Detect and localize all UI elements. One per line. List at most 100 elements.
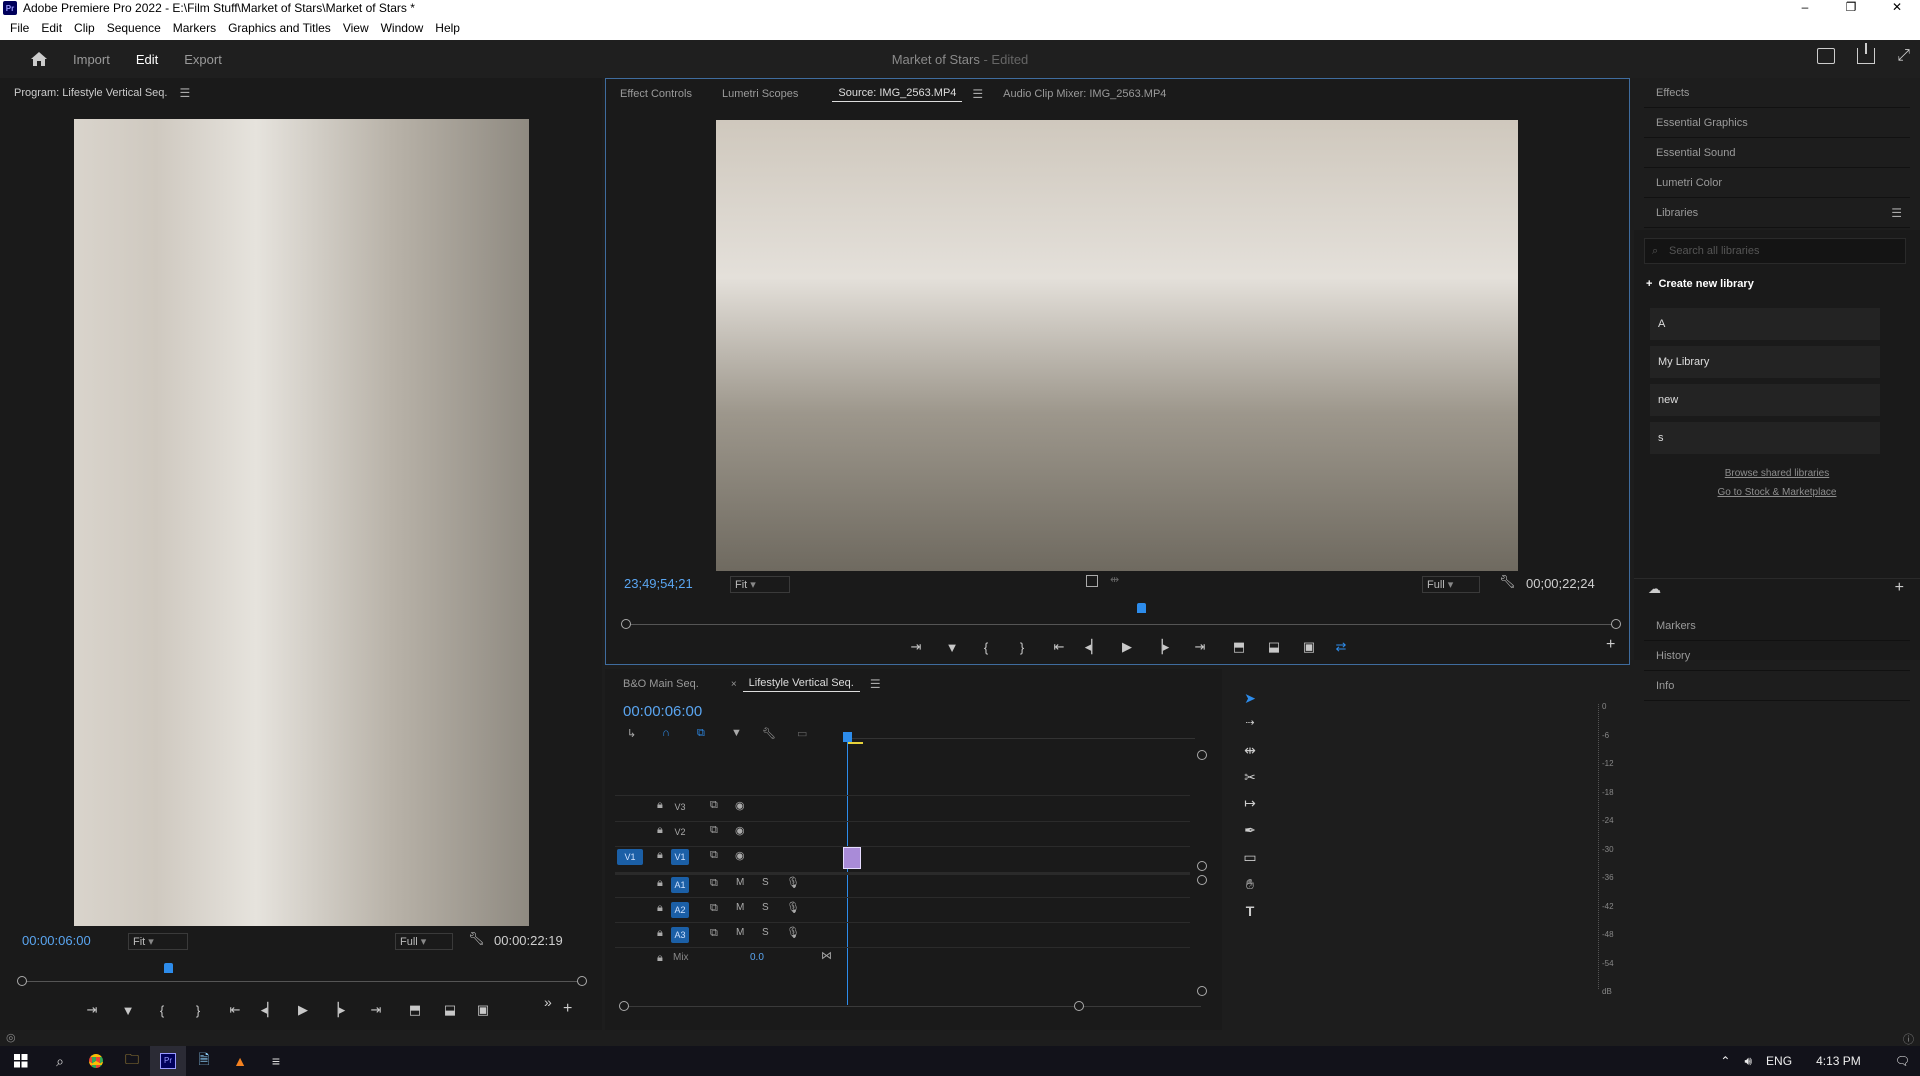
source-timecode[interactable]: 23;49;54;21 [624, 576, 693, 591]
camera-icon[interactable]: ▣ [468, 1002, 498, 1018]
timeline-scroll-left-handle[interactable] [619, 1001, 629, 1011]
search-icon[interactable]: ⌕ [42, 1046, 78, 1076]
play-icon[interactable]: ▶ [286, 1002, 320, 1018]
insert-icon[interactable]: ⬒ [1222, 639, 1256, 655]
sync-lock-icon[interactable]: ⧉ [710, 824, 718, 837]
browse-shared-libraries-link[interactable]: Browse shared libraries [1634, 468, 1920, 479]
track-lock-icon[interactable]: 🔒︎ [657, 799, 663, 812]
overwrite-icon[interactable]: ⬓ [1256, 639, 1292, 655]
panel-info[interactable]: Info [1644, 671, 1910, 701]
program-playhead[interactable] [163, 963, 173, 973]
sync-lock-icon[interactable]: ⧉ [710, 849, 718, 862]
source-go-to-in-icon[interactable]: ⇤ [1042, 639, 1076, 655]
source-zoom-handle-left[interactable] [621, 619, 631, 629]
timeline-settings-wrench-icon[interactable]: 🔧︎ [762, 727, 776, 740]
library-item[interactable]: A [1650, 308, 1880, 340]
linked-selection-icon[interactable]: ⧉ [697, 727, 705, 740]
source-button-editor-icon[interactable]: + [1606, 636, 1615, 654]
tab-import[interactable]: Import [60, 52, 123, 67]
track-target-v1[interactable]: V1 [671, 849, 689, 865]
sync-lock-icon[interactable]: ⧉ [710, 799, 718, 812]
menu-window[interactable]: Window [375, 21, 430, 35]
notepad-icon[interactable]: 🗎︎ [186, 1046, 222, 1076]
work-area-bar[interactable] [847, 742, 863, 744]
timeline-scroll-right-handle[interactable] [1074, 1001, 1084, 1011]
insert-sequence-as-nest-icon[interactable]: ↳ [627, 727, 636, 740]
track-lock-icon[interactable]: 🔒︎ [657, 927, 663, 940]
panel-lumetri-color[interactable]: Lumetri Color [1644, 168, 1910, 198]
voice-over-record-mic-icon[interactable]: 🎙︎ [786, 876, 800, 889]
source-playhead[interactable] [1136, 603, 1146, 613]
file-explorer-icon[interactable]: 🗀︎ [114, 1046, 150, 1076]
track-lock-icon[interactable]: 🔒︎ [657, 902, 663, 915]
track-target-a2[interactable]: A2 [671, 902, 689, 918]
track-target-v3[interactable]: V3 [671, 799, 689, 815]
toggle-proxies-icon[interactable]: ⇄ [1326, 639, 1356, 655]
program-timecode[interactable]: 00:00:06:00 [22, 933, 91, 948]
track-target-a1[interactable]: A1 [671, 877, 689, 893]
menu-sequence[interactable]: Sequence [101, 21, 167, 35]
menu-help[interactable]: Help [429, 21, 466, 35]
windows-start-icon[interactable] [0, 1046, 42, 1076]
background-tasks-icon[interactable]: ◎ [6, 1031, 16, 1044]
video-clip[interactable] [843, 847, 861, 869]
tab-export[interactable]: Export [171, 52, 235, 67]
info-icon[interactable]: ⓘ [1903, 1031, 1914, 1047]
source-camera-icon[interactable]: ▣ [1292, 639, 1326, 655]
menu-view[interactable]: View [337, 21, 375, 35]
stock-marketplace-link[interactable]: Go to Stock & Marketplace [1634, 487, 1920, 498]
source-zoom-dropdown[interactable]: Fit [730, 575, 790, 593]
source-zoom-handle-right[interactable] [1611, 619, 1621, 629]
type-tool-icon[interactable]: T [1240, 903, 1260, 919]
program-zoom-dropdown[interactable]: Fit [128, 932, 188, 950]
track-select-tool-icon[interactable]: ⇢ [1240, 716, 1260, 729]
video-scroll-bottom-handle[interactable] [1197, 861, 1207, 871]
snap-icon[interactable]: ∩ [662, 727, 670, 739]
source-drag-video-icon[interactable] [1086, 575, 1098, 587]
toggle-track-output-eye-icon[interactable]: ◉ [735, 849, 745, 862]
sync-lock-icon[interactable]: ⧉ [710, 877, 718, 890]
home-icon[interactable] [18, 40, 60, 78]
source-mark-in-icon[interactable]: { [970, 640, 1002, 655]
timeline-timecode[interactable]: 00:00:06:00 [623, 703, 702, 720]
chrome-icon[interactable] [78, 1046, 114, 1076]
source-settings-wrench-icon[interactable]: 🔧︎ [1499, 574, 1516, 590]
menu-clip[interactable]: Clip [68, 21, 101, 35]
mix-volume-value[interactable]: 0.0 [750, 952, 764, 963]
source-play-icon[interactable]: ▶ [1110, 639, 1144, 655]
lift-icon[interactable]: ⬒ [398, 1002, 432, 1018]
toggle-track-output-eye-icon[interactable]: ◉ [735, 824, 745, 837]
voice-over-record-mic-icon[interactable]: 🎙︎ [786, 926, 800, 939]
go-to-out-icon[interactable]: ⇥ [354, 1002, 398, 1018]
program-zoom-handle-right[interactable] [577, 976, 587, 986]
ripple-edit-tool-icon[interactable]: ⇹ [1240, 742, 1260, 759]
audio-scroll-top-handle[interactable] [1197, 875, 1207, 885]
add-marker-icon[interactable]: ▼ [731, 727, 742, 739]
panel-history[interactable]: History [1644, 641, 1910, 671]
solo-track-button[interactable]: S [762, 902, 769, 913]
mix-pan-icon[interactable]: ⋈ [821, 949, 832, 962]
tab-source-monitor[interactable]: Source: IMG_2563.MP4 [832, 87, 963, 102]
libraries-menu-icon[interactable]: ☰ [1891, 198, 1902, 228]
tab-edit[interactable]: Edit [123, 52, 171, 67]
tab-lumetri-scopes[interactable]: Lumetri Scopes [716, 88, 804, 100]
source-drag-audio-icon[interactable]: ⇹ [1110, 573, 1119, 586]
program-settings-wrench-icon[interactable]: 🔧︎ [468, 931, 485, 947]
source-resolution-dropdown[interactable]: Full [1422, 575, 1480, 593]
program-zoom-handle-left[interactable] [17, 976, 27, 986]
create-library-button[interactable]: + Create new library [1646, 278, 1754, 290]
cloud-icon[interactable]: ☁ [1648, 581, 1661, 597]
mark-in-icon[interactable]: { [146, 1003, 178, 1018]
extract-icon[interactable]: ⬓ [432, 1002, 468, 1018]
mute-track-button[interactable]: M [736, 927, 744, 938]
mark-out-icon[interactable]: } [178, 1003, 218, 1018]
solo-track-button[interactable]: S [762, 877, 769, 888]
menu-markers[interactable]: Markers [167, 21, 222, 35]
add-library-element-icon[interactable]: + [1895, 579, 1904, 597]
libraries-search-field[interactable]: ⌕ Search all libraries [1644, 238, 1906, 264]
tab-audio-clip-mixer[interactable]: Audio Clip Mixer: IMG_2563.MP4 [997, 88, 1172, 100]
menu-file[interactable]: File [4, 21, 35, 35]
library-item[interactable]: My Library [1650, 346, 1880, 378]
menu-edit[interactable]: Edit [35, 21, 68, 35]
notifications-icon[interactable]: 🗨︎ [1895, 1054, 1910, 1068]
